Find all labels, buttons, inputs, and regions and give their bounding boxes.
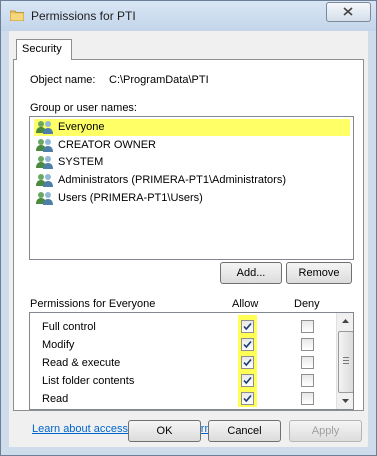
- checkmark-icon: [243, 376, 252, 385]
- deny-full-control-checkbox[interactable]: [301, 320, 314, 333]
- list-item-label: Administrators (PRIMERA-PT1\Administrato…: [58, 174, 286, 186]
- user-group-icon: [36, 191, 54, 206]
- remove-button[interactable]: Remove: [286, 262, 352, 284]
- object-name-label: Object name:: [30, 74, 96, 86]
- allow-modify-checkbox[interactable]: [241, 338, 254, 351]
- window-title: Permissions for PTI: [31, 9, 136, 23]
- allow-list-folder-contents-checkbox[interactable]: [241, 374, 254, 387]
- tab-security-label: Security: [22, 43, 62, 55]
- deny-list-folder-contents-checkbox[interactable]: [301, 374, 314, 387]
- close-icon: [343, 7, 353, 16]
- deny-modify-checkbox[interactable]: [301, 338, 314, 351]
- list-item-everyone[interactable]: Everyone: [34, 119, 350, 136]
- list-item-label: SYSTEM: [58, 156, 104, 168]
- permissions-scrollbar[interactable]: [336, 313, 353, 409]
- deny-read-checkbox[interactable]: [301, 392, 314, 405]
- user-group-icon: [36, 155, 54, 170]
- apply-button[interactable]: Apply: [289, 420, 362, 442]
- user-group-icon: [36, 120, 54, 135]
- add-button[interactable]: Add...: [220, 262, 282, 284]
- checkmark-icon: [243, 322, 252, 331]
- cancel-button[interactable]: Cancel: [208, 420, 281, 442]
- permission-row-read-execute: Read & execute: [30, 354, 335, 372]
- group-user-list[interactable]: Everyone CREATOR OWNER SYSTEM Administra…: [29, 116, 354, 260]
- chevron-up-icon: [342, 319, 349, 323]
- title-bar[interactable]: Permissions for PTI: [1, 1, 376, 31]
- dialog-body: Security Object name: C:\ProgramData\PTI…: [9, 31, 368, 447]
- scroll-up-button[interactable]: [337, 313, 353, 329]
- user-group-icon: [36, 173, 54, 188]
- checkmark-icon: [243, 340, 252, 349]
- allow-column-header: Allow: [232, 298, 259, 310]
- permission-name: Read: [42, 393, 69, 405]
- permission-row-modify: Modify: [30, 336, 335, 354]
- permission-name: Modify: [42, 339, 75, 351]
- allow-full-control-checkbox[interactable]: [241, 320, 254, 333]
- permission-name: List folder contents: [42, 375, 135, 387]
- grip-line: [343, 357, 349, 358]
- list-item-creator-owner[interactable]: CREATOR OWNER: [34, 137, 350, 154]
- permission-row-read: Read: [30, 390, 335, 408]
- allow-read-checkbox[interactable]: [241, 392, 254, 405]
- deny-read-execute-checkbox[interactable]: [301, 356, 314, 369]
- permissions-header: Permissions for Everyone: [30, 298, 156, 310]
- user-group-icon: [36, 138, 54, 153]
- folder-icon: [9, 9, 25, 22]
- list-item-administrators[interactable]: Administrators (PRIMERA-PT1\Administrato…: [34, 172, 350, 189]
- list-item-system[interactable]: SYSTEM: [34, 154, 350, 171]
- permissions-dialog: Permissions for PTI Security Object name…: [0, 0, 377, 456]
- permission-name: Full control: [42, 321, 96, 333]
- chevron-down-icon: [342, 399, 349, 403]
- list-item-label: Users (PRIMERA-PT1\Users): [58, 192, 203, 204]
- grip-line: [343, 360, 349, 361]
- object-name-value: C:\ProgramData\PTI: [109, 74, 209, 86]
- list-item-label: CREATOR OWNER: [58, 139, 156, 151]
- permission-row-list-folder-contents: List folder contents: [30, 372, 335, 390]
- group-list-label: Group or user names:: [30, 102, 137, 114]
- permission-row-full-control: Full control: [30, 318, 335, 336]
- list-item-label: Everyone: [58, 121, 105, 133]
- scroll-down-button[interactable]: [337, 393, 353, 409]
- permission-name: Read & execute: [42, 357, 121, 369]
- list-item-users[interactable]: Users (PRIMERA-PT1\Users): [34, 190, 350, 207]
- ok-button[interactable]: OK: [128, 420, 201, 442]
- scroll-thumb[interactable]: [338, 331, 353, 393]
- checkmark-icon: [243, 358, 252, 367]
- grip-line: [343, 363, 349, 364]
- permissions-list: Full control Modify Read & execute List …: [29, 312, 354, 410]
- tab-security[interactable]: Security: [16, 39, 72, 60]
- security-tab-panel: Object name: C:\ProgramData\PTI Group or…: [13, 59, 364, 435]
- allow-read-execute-checkbox[interactable]: [241, 356, 254, 369]
- deny-column-header: Deny: [294, 298, 320, 310]
- checkmark-icon: [243, 394, 252, 403]
- close-button[interactable]: [326, 2, 371, 22]
